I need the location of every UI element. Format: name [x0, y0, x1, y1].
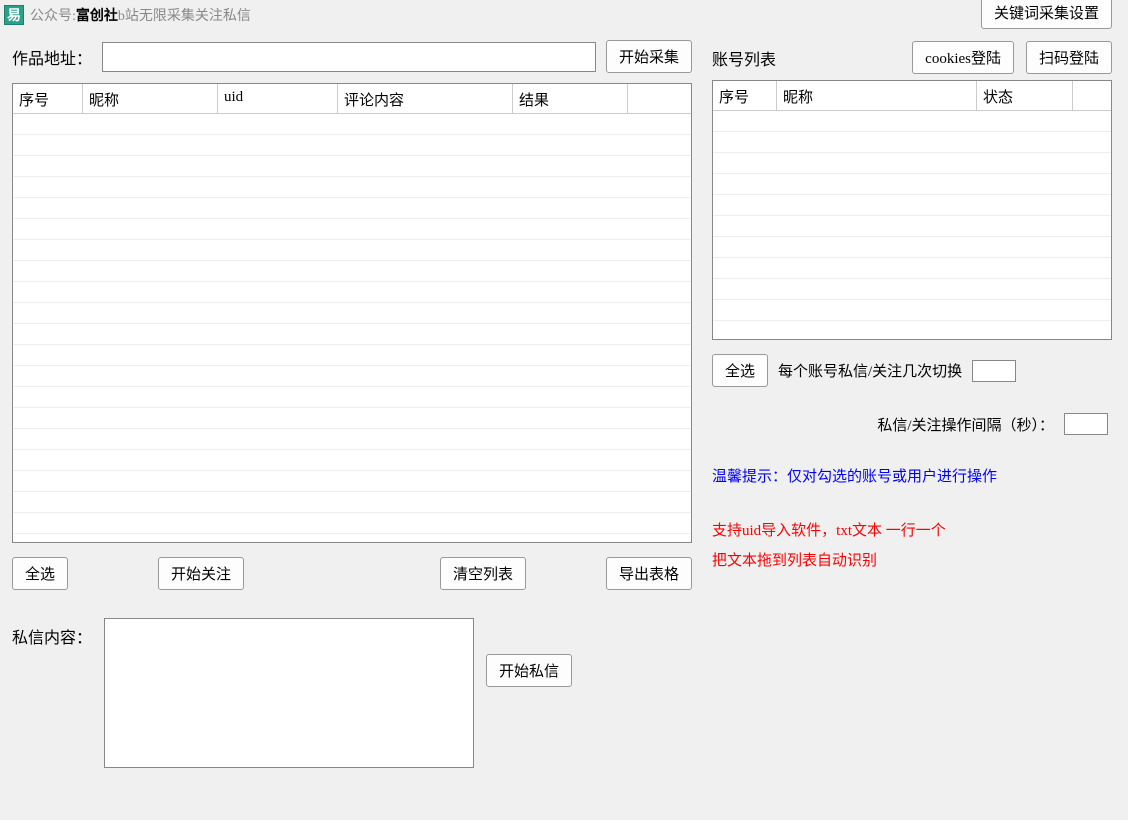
- acct-col-index[interactable]: 序号: [713, 81, 777, 110]
- table-row[interactable]: [713, 279, 1111, 300]
- table-row[interactable]: [13, 156, 691, 177]
- table-row[interactable]: [713, 258, 1111, 279]
- table-row[interactable]: [13, 345, 691, 366]
- col-uid[interactable]: uid: [218, 84, 338, 113]
- window-title: 公众号:富创社b站无限采集关注私信: [30, 5, 251, 25]
- table-row[interactable]: [713, 153, 1111, 174]
- table-row[interactable]: [13, 492, 691, 513]
- table-row[interactable]: [13, 387, 691, 408]
- hint-red: 支持uid导入软件，txt文本 一行一个 把文本拖到列表自动识别: [712, 516, 1112, 576]
- switch-input[interactable]: [972, 360, 1016, 382]
- export-table-button[interactable]: 导出表格: [606, 557, 692, 590]
- start-collect-button[interactable]: 开始采集: [606, 40, 692, 73]
- table-row[interactable]: [13, 177, 691, 198]
- table-row[interactable]: [13, 366, 691, 387]
- comments-table-header: 序号 昵称 uid 评论内容 结果: [13, 84, 691, 114]
- accounts-table-body[interactable]: [713, 111, 1111, 339]
- switch-label: 每个账号私信/关注几次切换: [778, 360, 962, 381]
- cookies-login-button[interactable]: cookies登陆: [912, 41, 1014, 74]
- table-row[interactable]: [13, 450, 691, 471]
- col-nickname[interactable]: 昵称: [83, 84, 218, 113]
- message-textarea[interactable]: [104, 618, 474, 768]
- scan-login-button[interactable]: 扫码登陆: [1026, 41, 1112, 74]
- table-row[interactable]: [13, 240, 691, 261]
- table-row[interactable]: [13, 429, 691, 450]
- table-row[interactable]: [13, 135, 691, 156]
- table-row[interactable]: [713, 174, 1111, 195]
- msg-label: 私信内容：: [12, 624, 92, 648]
- accounts-label: 账号列表: [712, 46, 776, 70]
- start-follow-button[interactable]: 开始关注: [158, 557, 244, 590]
- table-row[interactable]: [13, 198, 691, 219]
- comments-table[interactable]: 序号 昵称 uid 评论内容 结果: [12, 83, 692, 543]
- table-row[interactable]: [13, 219, 691, 240]
- table-row[interactable]: [13, 282, 691, 303]
- table-row[interactable]: [713, 237, 1111, 258]
- url-label: 作品地址：: [12, 45, 92, 69]
- hint-red-line1: 支持uid导入软件，txt文本 一行一个: [712, 516, 1112, 546]
- table-row[interactable]: [713, 216, 1111, 237]
- col-result[interactable]: 结果: [513, 84, 628, 113]
- table-row[interactable]: [713, 195, 1111, 216]
- table-row[interactable]: [713, 132, 1111, 153]
- table-row[interactable]: [13, 303, 691, 324]
- col-spacer: [628, 84, 691, 113]
- accounts-table[interactable]: 序号 昵称 状态: [712, 80, 1112, 340]
- col-comment[interactable]: 评论内容: [338, 84, 513, 113]
- acct-col-spacer: [1073, 81, 1111, 110]
- table-row[interactable]: [713, 300, 1111, 321]
- table-row[interactable]: [713, 111, 1111, 132]
- start-message-button[interactable]: 开始私信: [486, 654, 572, 687]
- acct-col-nickname[interactable]: 昵称: [777, 81, 977, 110]
- url-input[interactable]: [102, 42, 596, 72]
- hint-red-line2: 把文本拖到列表自动识别: [712, 546, 1112, 576]
- table-row[interactable]: [13, 408, 691, 429]
- table-row[interactable]: [13, 513, 691, 534]
- acct-col-status[interactable]: 状态: [977, 81, 1073, 110]
- table-row[interactable]: [13, 324, 691, 345]
- table-row[interactable]: [13, 261, 691, 282]
- interval-input[interactable]: [1064, 413, 1108, 435]
- interval-label: 私信/关注操作间隔（秒）：: [877, 414, 1054, 435]
- col-index[interactable]: 序号: [13, 84, 83, 113]
- select-all-button[interactable]: 全选: [12, 557, 68, 590]
- accounts-table-header: 序号 昵称 状态: [713, 81, 1111, 111]
- hint-blue: 温馨提示：仅对勾选的账号或用户进行操作: [712, 465, 1112, 486]
- table-row[interactable]: [13, 471, 691, 492]
- comments-table-body[interactable]: [13, 114, 691, 542]
- keyword-settings-button[interactable]: 关键词采集设置: [981, 0, 1112, 29]
- table-row[interactable]: [13, 114, 691, 135]
- app-icon: 易: [4, 5, 24, 25]
- clear-list-button[interactable]: 清空列表: [440, 557, 526, 590]
- accounts-select-all-button[interactable]: 全选: [712, 354, 768, 387]
